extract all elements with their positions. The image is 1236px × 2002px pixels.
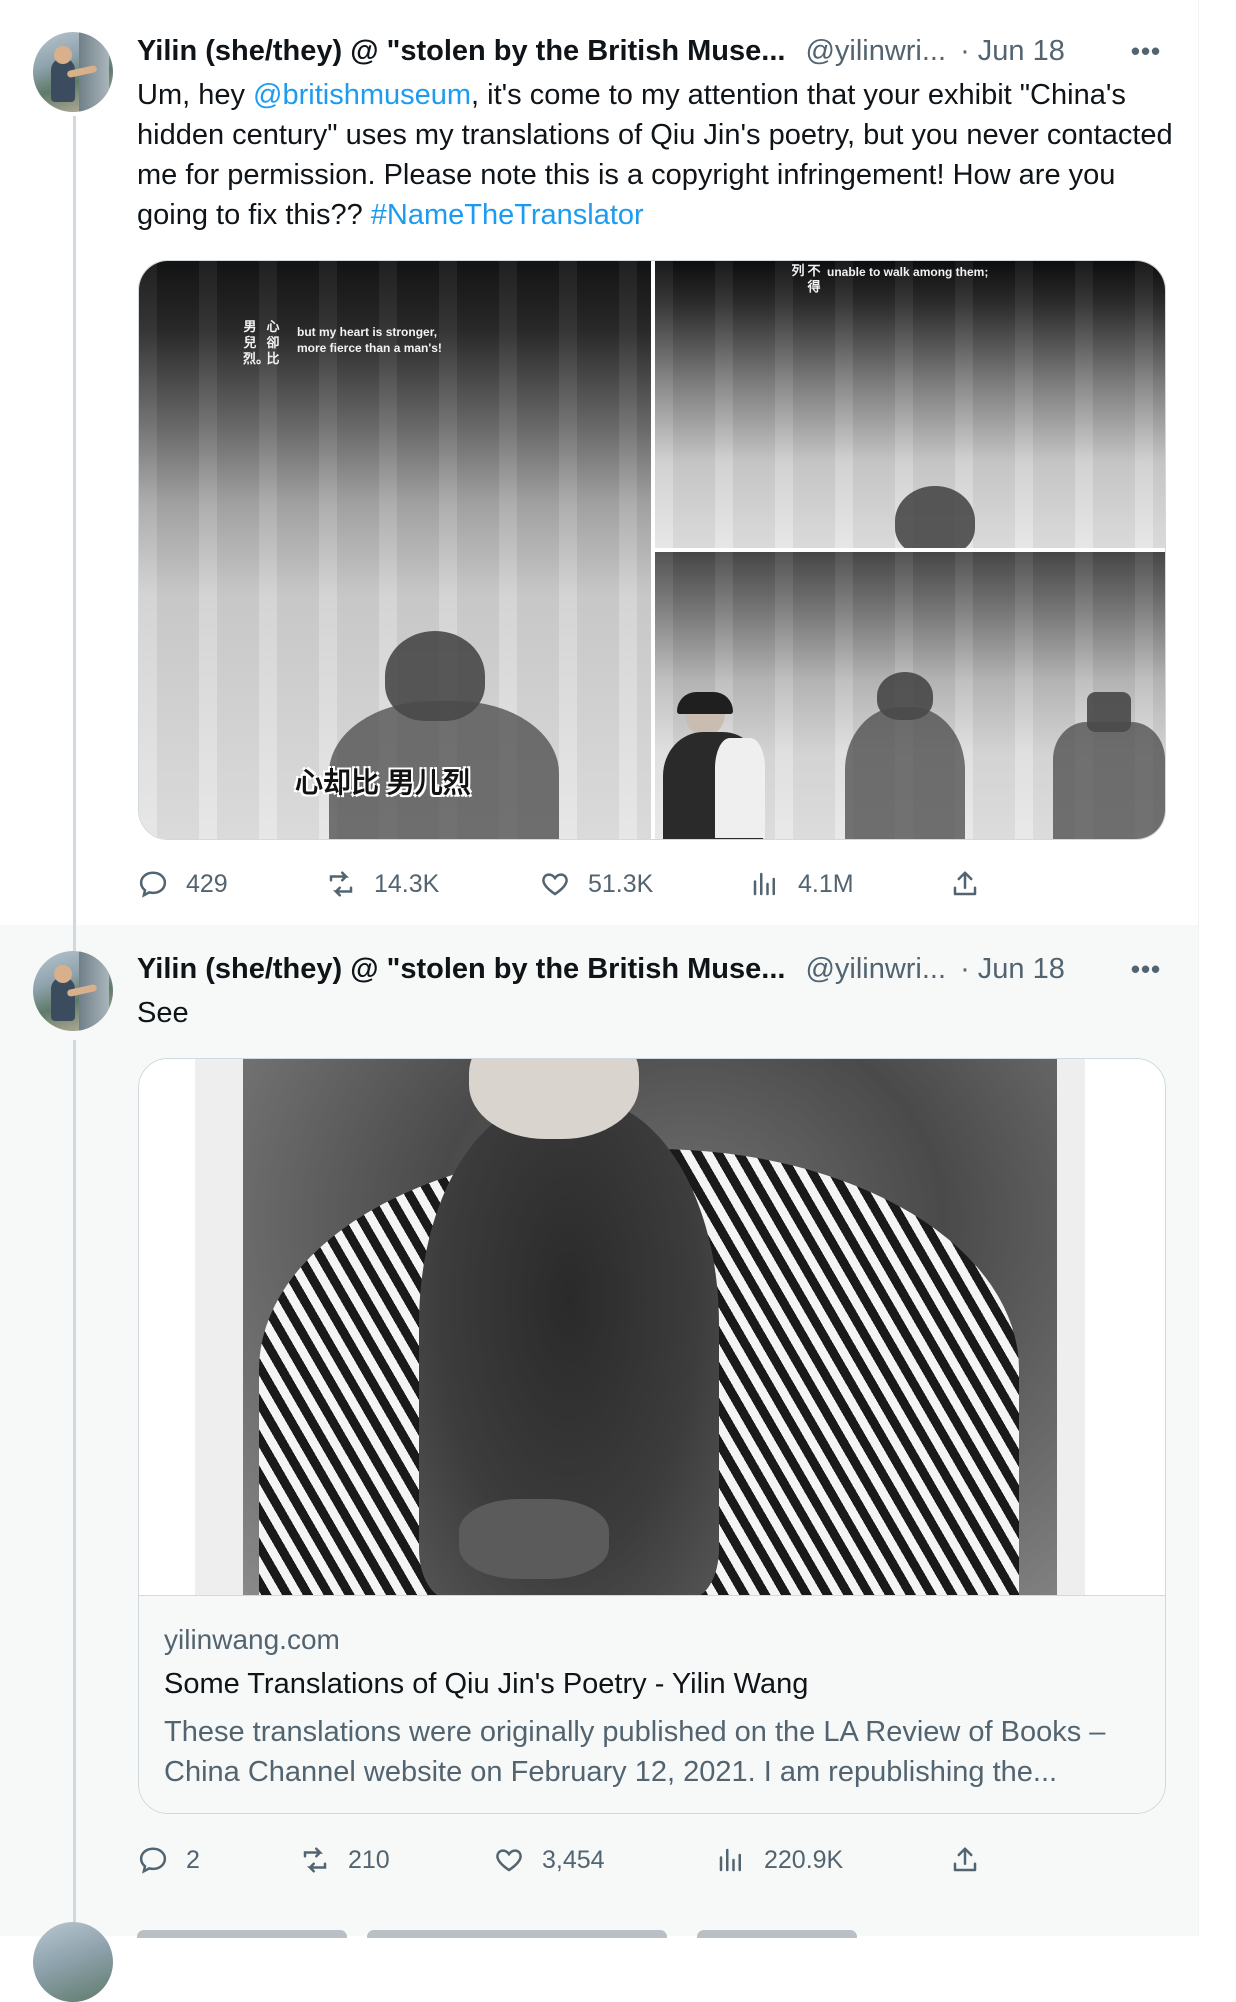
- views-button[interactable]: 4.1M: [750, 869, 854, 899]
- overlay-cjk-1b: 心卻比: [266, 319, 280, 366]
- like-button[interactable]: 3,454: [494, 1845, 605, 1875]
- share-button[interactable]: [950, 1845, 998, 1875]
- share-button[interactable]: [950, 869, 998, 899]
- tweet-header: Yilin (she/they) @ "stolen by the Britis…: [137, 949, 1065, 989]
- repost-button[interactable]: 210: [300, 1845, 390, 1875]
- views-count: 220.9K: [764, 1845, 844, 1874]
- more-icon[interactable]: •••: [1128, 954, 1164, 984]
- share-icon: [953, 1847, 977, 1872]
- overlay-cjk-1a: 男兒烈。: [243, 319, 270, 366]
- link-card-domain: yilinwang.com: [164, 1624, 340, 1655]
- reply-count: 2: [186, 1845, 200, 1874]
- overlay-text-line-1: but my heart is stronger,: [297, 325, 438, 339]
- overlay-text-line-2: more fierce than a man's!: [297, 341, 442, 355]
- views-count: 4.1M: [798, 869, 854, 898]
- tweet-header: Yilin (she/they) @ "stolen by the Britis…: [137, 31, 1065, 71]
- link-card-title: Some Translations of Qiu Jin's Poetry - …: [164, 1668, 809, 1700]
- overlay-text-2: unable to walk among them;: [827, 265, 989, 279]
- hashtag-link[interactable]: #NameTheTranslator: [371, 199, 644, 231]
- reply-button[interactable]: 429: [138, 869, 228, 899]
- reply-icon: [139, 1847, 167, 1874]
- avatar[interactable]: [33, 32, 113, 112]
- media-image-2[interactable]: 列 不得 unable to walk among them;: [655, 261, 1165, 548]
- author-handle[interactable]: @yilinwri...: [805, 35, 946, 68]
- tweet-text: Um, hey @britishmuseum, it's come to my …: [137, 79, 1173, 231]
- views-icon: [753, 872, 775, 896]
- repost-button[interactable]: 14.3K: [326, 869, 439, 899]
- image-caption: 心却比 男儿烈: [295, 767, 471, 798]
- repost-icon: [303, 1847, 327, 1873]
- reply-button[interactable]: 2: [138, 1845, 200, 1875]
- link-card-description: These translations were originally publi…: [164, 1716, 1106, 1788]
- author-name[interactable]: Yilin (she/they) @ "stolen by the Britis…: [137, 35, 785, 68]
- reply-icon: [139, 871, 167, 898]
- media-image-3[interactable]: [655, 552, 1165, 839]
- like-count: 3,454: [542, 1845, 605, 1874]
- thread-line: [73, 1040, 76, 1936]
- link-card-body: yilinwang.com Some Translations of Qiu J…: [139, 1595, 1165, 1813]
- link-card[interactable]: yilinwang.com Some Translations of Qiu J…: [138, 1058, 1166, 1814]
- overlay-cjk-2b: 不得: [807, 263, 821, 294]
- mention-link[interactable]: @britishmuseum: [253, 79, 471, 111]
- tweet-text: See: [137, 997, 189, 1029]
- like-count: 51.3K: [588, 869, 654, 898]
- thread-line: [73, 116, 76, 925]
- page-edge: [1198, 0, 1236, 1936]
- timestamp[interactable]: · Jun 18: [960, 953, 1065, 986]
- like-button[interactable]: 51.3K: [540, 869, 653, 899]
- portrait-figure: [655, 692, 775, 839]
- link-card-image: [139, 1059, 1165, 1595]
- repost-count: 210: [348, 1845, 390, 1874]
- avatar[interactable]: [33, 951, 113, 1031]
- views-icon: [719, 1848, 741, 1872]
- author-name[interactable]: Yilin (she/they) @ "stolen by the Britis…: [137, 953, 785, 986]
- media-image-1[interactable]: 男兒烈。 心卻比 but my heart is stronger, more …: [139, 261, 651, 839]
- action-bar: 429 14.3K 51.3K 4.1M: [138, 862, 1168, 906]
- repost-count: 14.3K: [374, 869, 440, 898]
- action-bar: 2 210 3,454 220.9K: [138, 1838, 1168, 1882]
- tweet[interactable]: Yilin (she/they) @ "stolen by the Britis…: [0, 925, 1198, 1936]
- timestamp[interactable]: · Jun 18: [960, 35, 1065, 68]
- reply-count: 429: [186, 869, 228, 898]
- more-icon[interactable]: •••: [1128, 36, 1164, 66]
- media-grid: 男兒烈。 心卻比 but my heart is stronger, more …: [138, 260, 1166, 840]
- share-icon: [953, 871, 977, 896]
- overlay-cjk-2a: 列: [791, 263, 805, 278]
- views-button[interactable]: 220.9K: [716, 1845, 843, 1875]
- like-icon: [496, 1849, 522, 1872]
- like-icon: [542, 873, 568, 896]
- tweet[interactable]: Yilin (she/they) @ "stolen by the Britis…: [0, 0, 1198, 925]
- avatar[interactable]: [33, 1922, 113, 2002]
- repost-icon: [329, 871, 353, 897]
- author-handle[interactable]: @yilinwri...: [805, 953, 946, 986]
